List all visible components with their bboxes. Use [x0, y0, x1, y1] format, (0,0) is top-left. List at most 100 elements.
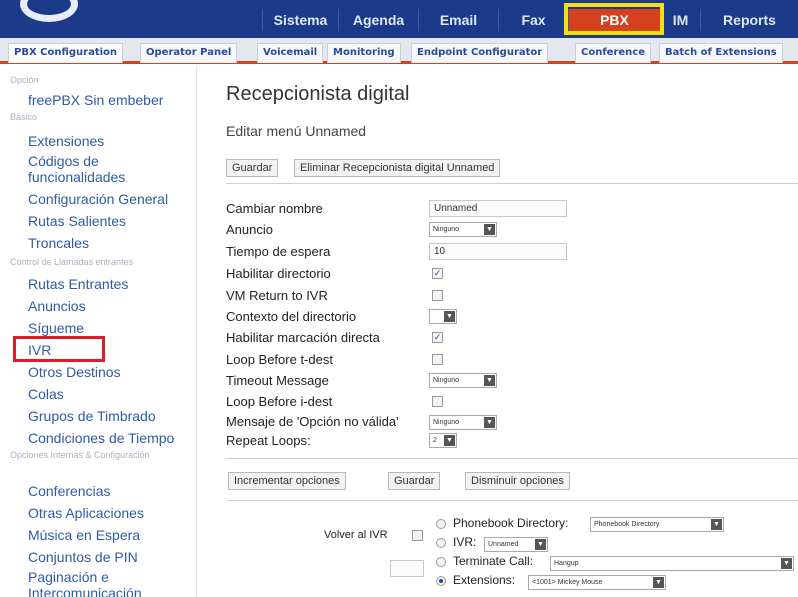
timeout-input[interactable]: 10 [429, 243, 567, 260]
sidebar-item-colas[interactable]: Colas [28, 386, 193, 402]
sidebar-category-control-llamadas: Control de Llamadas entrantes [10, 257, 134, 267]
tab-monitoring[interactable]: Monitoring [327, 43, 401, 63]
topnav-im[interactable]: IM [660, 9, 700, 31]
chevron-down-icon: ▼ [444, 435, 455, 446]
sidebar-item-codigos[interactable]: Códigos de funcionalidades [28, 153, 193, 185]
sidebar-item-otras-aplicaciones[interactable]: Otras Aplicaciones [28, 505, 193, 521]
sidebar-category-basico: Básico [10, 112, 38, 122]
page-subtitle: Editar menú Unnamed [226, 123, 367, 139]
sidebar-item-conferencias[interactable]: Conferencias [28, 483, 193, 499]
direct-dial-checkbox[interactable]: ✓ [432, 332, 443, 343]
extensions-select[interactable]: <1001> Mickey Mouse ▼ [528, 575, 666, 590]
repeat-loops-label: Repeat Loops: [226, 433, 311, 448]
tab-pbx-configuration[interactable]: PBX Configuration [8, 43, 124, 63]
tab-operator-panel[interactable]: Operator Panel [140, 43, 238, 63]
announcement-select[interactable]: Ninguno ▼ [429, 222, 497, 237]
return-to-ivr-label: Volver al IVR [324, 529, 388, 541]
ivr-select[interactable]: Unnamed ▼ [484, 537, 548, 552]
vm-return-label: VM Return to IVR [226, 288, 328, 303]
sidebar: Opción freePBX Sin embeber Básico Extens… [0, 67, 197, 597]
chevron-down-icon: ▼ [711, 519, 722, 530]
chevron-down-icon: ▼ [444, 311, 455, 322]
divider [226, 183, 798, 184]
chevron-down-icon: ▼ [484, 375, 495, 386]
destination-terminate-radio[interactable] [436, 557, 446, 567]
sidebar-item-grupos-timbrado[interactable]: Grupos de Timbrado [28, 408, 193, 424]
sidebar-item-configuracion-general[interactable]: Configuración General [28, 191, 193, 207]
destination-phonebook-label: Phonebook Directory: [453, 516, 569, 530]
sidebar-item-troncales[interactable]: Troncales [28, 235, 193, 251]
phonebook-directory-select[interactable]: Phonebook Directory ▼ [590, 517, 724, 532]
sidebar-category-opcion: Opción [10, 75, 39, 85]
option-digit-input[interactable] [390, 560, 424, 577]
chevron-down-icon: ▼ [484, 224, 495, 235]
chevron-down-icon: ▼ [781, 558, 792, 569]
destination-extensions-radio[interactable] [436, 576, 446, 586]
sidebar-item-rutas-entrantes[interactable]: Rutas Entrantes [28, 276, 193, 292]
destination-ivr-label: IVR: [453, 535, 477, 549]
decrease-options-button[interactable]: Disminuir opciones [465, 472, 570, 490]
pbx-highlight-box [564, 3, 664, 35]
rename-label: Cambiar nombre [226, 201, 323, 216]
sidebar-item-rutas-salientes[interactable]: Rutas Salientes [28, 213, 193, 229]
loop-i-dest-checkbox[interactable] [432, 396, 443, 407]
topnav-email[interactable]: Email [418, 9, 498, 31]
timeout-message-label: Timeout Message [226, 373, 329, 388]
delete-ivr-button[interactable]: Eliminar Recepcionista digital Unnamed [294, 159, 501, 177]
topnav-agenda[interactable]: Agenda [338, 9, 418, 31]
enable-directory-label: Habilitar directorio [226, 266, 331, 281]
timeout-label: Tiempo de espera [226, 244, 331, 259]
destination-extensions-label: Extensions: [453, 573, 516, 587]
chevron-down-icon: ▼ [535, 539, 546, 550]
save-button-bottom[interactable]: Guardar [388, 472, 441, 490]
directory-context-label: Contexto del directorio [226, 309, 357, 324]
invalid-option-label: Mensaje de 'Opción no válida' [226, 414, 399, 429]
timeout-message-select[interactable]: Ninguno ▼ [429, 373, 497, 388]
sidebar-item-conjuntos-pin[interactable]: Conjuntos de PIN [28, 549, 193, 565]
sidebar-item-anuncios[interactable]: Anuncios [28, 298, 193, 314]
enable-directory-checkbox[interactable]: ✓ [432, 268, 443, 279]
loop-t-dest-checkbox[interactable] [432, 354, 443, 365]
loop-t-dest-label: Loop Before t-dest [226, 352, 333, 367]
announcement-label: Anuncio [226, 222, 273, 237]
tab-voicemail[interactable]: Voicemail [257, 43, 324, 63]
ivr-highlight-box [13, 336, 105, 362]
repeat-loops-select[interactable]: 2 ▼ [429, 433, 457, 448]
sidebar-item-sigueme[interactable]: Sígueme [28, 320, 193, 336]
vm-return-checkbox[interactable] [432, 290, 443, 301]
logo-icon [20, 0, 78, 22]
tab-conference[interactable]: Conference [575, 43, 652, 63]
chevron-down-icon: ▼ [484, 417, 495, 428]
destination-ivr-radio[interactable] [436, 538, 446, 548]
sidebar-item-freepbx[interactable]: freePBX Sin embeber [28, 92, 193, 108]
page-title: Recepcionista digital [226, 83, 410, 105]
main-content: Recepcionista digital Editar menú Unname… [198, 67, 798, 597]
sidebar-item-musica-espera[interactable]: Música en Espera [28, 527, 193, 543]
save-button-top[interactable]: Guardar [226, 159, 279, 177]
topnav-reports[interactable]: Reports [700, 9, 798, 31]
rename-input[interactable]: Unnamed [429, 200, 567, 217]
terminate-call-select[interactable]: Hangup ▼ [550, 556, 794, 571]
sidebar-item-extensiones[interactable]: Extensiones [28, 133, 193, 149]
return-to-ivr-checkbox[interactable] [412, 530, 423, 541]
direct-dial-label: Habilitar marcación directa [226, 330, 380, 345]
sidebar-item-paginacion[interactable]: Paginación e Intercomunicación [28, 569, 158, 597]
topnav-sistema[interactable]: Sistema [262, 9, 338, 31]
destination-terminate-label: Terminate Call: [453, 554, 534, 568]
loop-i-dest-label: Loop Before i-dest [226, 394, 333, 409]
invalid-option-select[interactable]: Ninguno ▼ [429, 415, 497, 430]
pbx-sub-tabs: PBX Configuration Operator Panel Voicema… [0, 38, 798, 64]
chevron-down-icon: ▼ [653, 577, 664, 588]
sidebar-category-opciones-internas: Opciones Internas & Configuración [10, 450, 150, 460]
divider [226, 500, 798, 501]
sidebar-item-condiciones-tiempo[interactable]: Condiciones de Tiempo [28, 430, 193, 446]
divider [226, 458, 798, 459]
increase-options-button[interactable]: Incrementar opciones [228, 472, 346, 490]
topnav-fax[interactable]: Fax [498, 9, 568, 31]
tab-batch-of-extensions[interactable]: Batch of Extensions [659, 43, 783, 63]
tab-endpoint-configurator[interactable]: Endpoint Configurator [411, 43, 549, 63]
destination-phonebook-radio[interactable] [436, 519, 446, 529]
top-navigation-bar: Sistema Agenda Email Fax PBX IM Reports [0, 0, 798, 38]
sidebar-item-otros-destinos[interactable]: Otros Destinos [28, 364, 193, 380]
directory-context-select[interactable]: ▼ [429, 309, 457, 324]
